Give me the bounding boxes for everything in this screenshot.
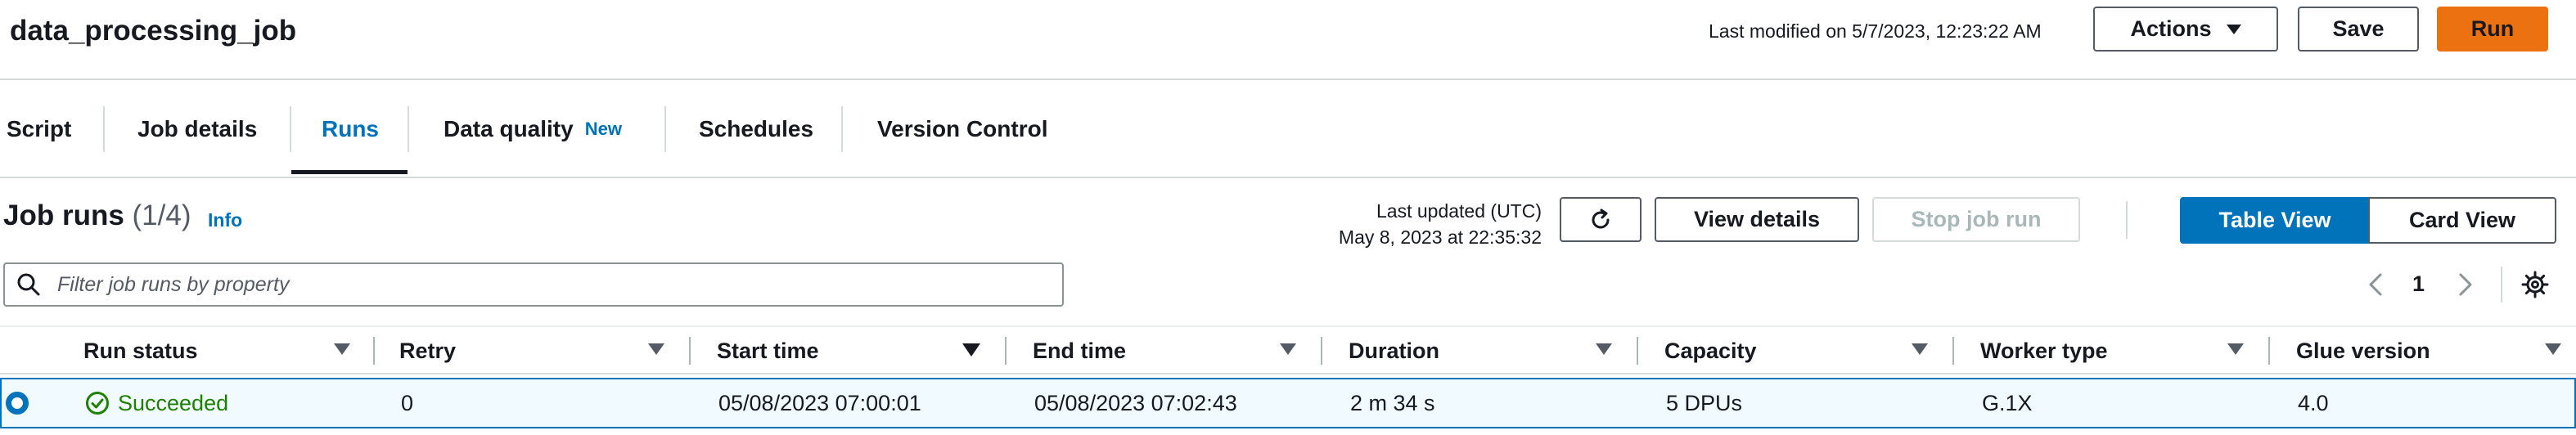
check-circle-icon [85,391,110,415]
column-divider[interactable] [1321,337,1322,365]
actions-button[interactable]: Actions [2093,7,2278,52]
tab-version-control[interactable]: Version Control [877,82,1047,177]
table-row[interactable]: Succeeded 0 05/08/2023 07:00:01 05/08/20… [0,378,2576,428]
section-title-text: Job runs [3,200,124,231]
active-tab-indicator [291,170,408,174]
card-view-toggle[interactable]: Card View [2368,197,2556,244]
column-header-start-time[interactable]: Start time [717,327,819,374]
filter-box [3,262,1064,307]
column-divider[interactable] [1637,337,1638,365]
end-time-cell: 05/08/2023 07:02:43 [1034,390,1237,415]
table-view-toggle[interactable]: Table View [2180,197,2370,244]
refresh-button[interactable] [1560,197,1642,242]
last-updated-value: May 8, 2023 at 22:35:32 [1338,226,1542,248]
column-header-glue-version[interactable]: Glue version [2296,327,2430,374]
tab-schedules[interactable]: Schedules [699,82,813,177]
worker-type-cell: G.1X [1982,390,2033,415]
tab-divider [408,106,409,152]
last-modified-text: Last modified on 5/7/2023, 12:23:22 AM [1709,20,2042,42]
column-divider[interactable] [1005,337,1007,365]
start-time-cell: 05/08/2023 07:00:01 [718,390,921,415]
run-status-cell: Succeeded [85,379,228,427]
page-header: data_processing_job Last modified on 5/7… [0,0,2576,80]
column-divider[interactable] [689,337,691,365]
tab-job-details[interactable]: Job details [137,82,257,177]
sort-icon[interactable] [1912,343,1928,355]
search-icon [16,271,44,298]
sort-icon[interactable] [2227,343,2244,355]
sort-icon[interactable] [2545,343,2561,355]
sort-icon[interactable] [1596,343,1612,355]
save-button[interactable]: Save [2298,7,2419,52]
sort-icon[interactable] [334,343,350,355]
caret-down-icon [2226,24,2241,34]
column-header-worker-type[interactable]: Worker type [1980,327,2108,374]
column-header-duration[interactable]: Duration [1349,327,1439,374]
run-button[interactable]: Run [2437,7,2548,52]
column-header-capacity[interactable]: Capacity [1664,327,1757,374]
sort-icon[interactable] [1280,343,1296,355]
last-updated-label: Last updated (UTC) [1376,200,1542,222]
tab-divider [841,106,843,152]
column-divider[interactable] [1952,337,1954,365]
column-header-run-status[interactable]: Run status [83,327,198,374]
stop-job-run-button[interactable]: Stop job run [1872,197,2080,242]
info-link[interactable]: Info [208,209,242,231]
actions-button-label: Actions [2130,16,2212,41]
table-settings-button[interactable] [2519,268,2551,301]
page-number[interactable]: 1 [2412,271,2425,297]
tab-script[interactable]: Script [7,82,71,177]
retry-cell: 0 [401,390,414,415]
column-divider[interactable] [2268,337,2270,365]
column-divider[interactable] [373,337,375,365]
job-title: data_processing_job [10,15,297,47]
column-header-retry[interactable]: Retry [399,327,456,374]
filter-input[interactable] [57,272,1039,297]
column-header-end-time[interactable]: End time [1033,327,1126,374]
previous-page-button[interactable] [2363,270,2388,299]
last-updated: Last updated (UTC) May 8, 2023 at 22:35:… [1277,198,1542,250]
capacity-cell: 5 DPUs [1666,390,1743,415]
refresh-icon [1592,209,1610,228]
sort-descending-icon[interactable] [962,343,980,357]
tab-data-quality-label: Data quality [444,116,574,141]
table-header: Run status Retry Start time End time Dur… [0,325,2576,374]
glue-version-cell: 4.0 [2298,390,2329,415]
view-details-button[interactable]: View details [1655,197,1859,242]
toolbar-divider [2126,201,2128,239]
row-select-radio[interactable] [6,392,29,415]
chevron-left-icon [2369,273,2382,296]
next-page-button[interactable] [2453,270,2478,299]
tab-divider [664,106,666,152]
run-count: (1/4) [132,200,191,231]
sort-icon[interactable] [648,343,664,355]
tab-divider [103,106,105,152]
new-badge: New [584,119,622,139]
run-status-text: Succeeded [118,390,229,415]
pagination-divider [2501,267,2502,303]
tab-runs[interactable]: Runs [322,82,379,177]
section-title: Job runs (1/4) [3,200,191,232]
tab-bar: Script Job details Runs Data quality New… [0,82,2576,178]
chevron-right-icon [2459,273,2472,296]
duration-cell: 2 m 34 s [1350,390,1435,415]
tab-divider [290,106,291,152]
tab-data-quality[interactable]: Data quality New [444,82,622,177]
gear-icon [2521,271,2549,298]
